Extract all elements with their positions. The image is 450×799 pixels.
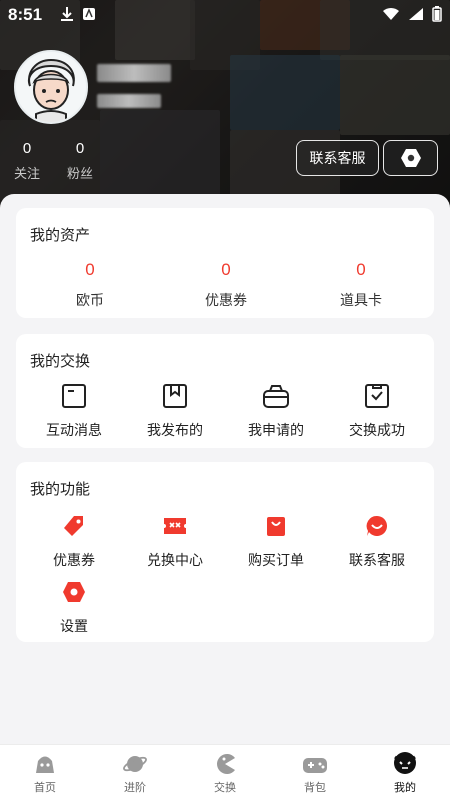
tab-exchange[interactable]: 交换 (180, 745, 270, 799)
grid-item-label: 互动消息 (46, 422, 102, 438)
grid-item-label: 联系客服 (349, 552, 405, 568)
following-stat[interactable]: 0 关注 (12, 140, 42, 182)
pacman-icon (217, 754, 235, 774)
asset-label: 欧币 (76, 292, 104, 308)
settings-icon (63, 582, 85, 602)
asset-value: 0 (85, 260, 95, 279)
asset-coupon[interactable]: 0 优惠券 (176, 260, 276, 310)
interaction-messages[interactable]: 互动消息 (22, 382, 126, 440)
tab-home[interactable]: 首页 (0, 745, 90, 799)
tab-advanced[interactable]: 进阶 (90, 745, 180, 799)
settings-hexagon-icon (400, 149, 421, 167)
grid-item-label: 兑换中心 (147, 552, 203, 568)
status-time: 8:51 (8, 5, 43, 24)
following-count: 0 (22, 140, 32, 157)
assets-title: 我的资产 (30, 227, 91, 244)
download-icon (61, 7, 73, 21)
tab-label: 背包 (304, 782, 326, 794)
assets-card: 我的资产 0 欧币 0 优惠券 0 道具卡 (16, 208, 434, 318)
coupon-tag-icon (64, 516, 83, 536)
customer-service-icon (366, 515, 387, 536)
system-status-icons (382, 6, 442, 22)
grid-item-label: 购买订单 (248, 552, 304, 568)
tab-profile[interactable]: 我的 (360, 745, 450, 799)
settings-button[interactable] (383, 140, 438, 176)
gamepad-icon (303, 758, 327, 773)
asset-label: 优惠券 (205, 292, 247, 308)
battery-icon (432, 6, 442, 22)
redeem-ticket-icon (164, 518, 186, 534)
feature-redeem-center[interactable]: 兑换中心 (123, 512, 227, 570)
grid-item-label: 设置 (60, 618, 88, 634)
tab-backpack[interactable]: 背包 (270, 745, 360, 799)
feature-orders[interactable]: 购买订单 (224, 512, 328, 570)
grid-item-label: 优惠券 (53, 552, 95, 568)
notification-icons (60, 6, 96, 22)
exchange-card: 我的交换 互动消息 我发布的 我申请的 交换成功 (16, 334, 434, 448)
my-published[interactable]: 我发布的 (123, 382, 227, 440)
app-notification-icon (83, 8, 95, 20)
features-card: 我的功能 优惠券 兑换中心 购买订单 联系客服 设置 (16, 462, 434, 642)
avatar[interactable] (14, 50, 88, 124)
features-title: 我的功能 (30, 481, 91, 498)
exchange-success[interactable]: 交换成功 (325, 382, 429, 440)
content-sheet: 我的资产 0 欧币 0 优惠券 0 道具卡 我的交换 互动消息 我发布的 我申请… (0, 194, 450, 754)
planet-icon (123, 756, 147, 772)
exchange-title: 我的交换 (30, 353, 91, 370)
tab-label: 进阶 (124, 782, 146, 794)
following-label: 关注 (13, 166, 40, 181)
feature-settings[interactable]: 设置 (22, 578, 126, 636)
customer-service-label: 联系客服 (309, 150, 366, 166)
asset-ou-coin[interactable]: 0 欧币 (40, 260, 140, 310)
my-applications[interactable]: 我申请的 (224, 382, 328, 440)
asset-label: 道具卡 (340, 292, 382, 308)
shopping-bag-icon (267, 517, 285, 536)
asset-value: 0 (356, 260, 366, 279)
feature-customer-service[interactable]: 联系客服 (325, 512, 429, 570)
grid-item-label: 交换成功 (349, 422, 405, 438)
avatar-illustration (28, 58, 75, 122)
asset-prop-card[interactable]: 0 道具卡 (311, 260, 411, 310)
username-redacted (97, 64, 171, 82)
feature-coupon[interactable]: 优惠券 (22, 512, 126, 570)
user-id-redacted (97, 94, 161, 108)
fans-count: 0 (75, 140, 85, 157)
box-icon (163, 384, 187, 408)
tab-label: 首页 (34, 782, 56, 794)
tab-label: 我的 (394, 782, 416, 794)
bottom-tab-bar: 首页 进阶 交换 背包 我的 (0, 744, 450, 799)
grid-item-label: 我发布的 (147, 422, 203, 438)
fans-label: 粉丝 (66, 166, 93, 181)
message-box-icon (62, 384, 86, 408)
fans-stat[interactable]: 0 粉丝 (65, 140, 95, 182)
profile-mascot-icon (394, 752, 416, 774)
customer-service-button[interactable]: 联系客服 (296, 140, 379, 176)
check-box-icon (365, 384, 389, 408)
signal-icon (409, 8, 423, 20)
tab-label: 交换 (214, 782, 236, 794)
basket-icon (263, 385, 289, 408)
asset-value: 0 (221, 260, 231, 279)
home-icon (36, 756, 54, 773)
status-bar: 8:51 (0, 0, 450, 30)
grid-item-label: 我申请的 (248, 422, 304, 438)
wifi-icon (383, 7, 399, 20)
